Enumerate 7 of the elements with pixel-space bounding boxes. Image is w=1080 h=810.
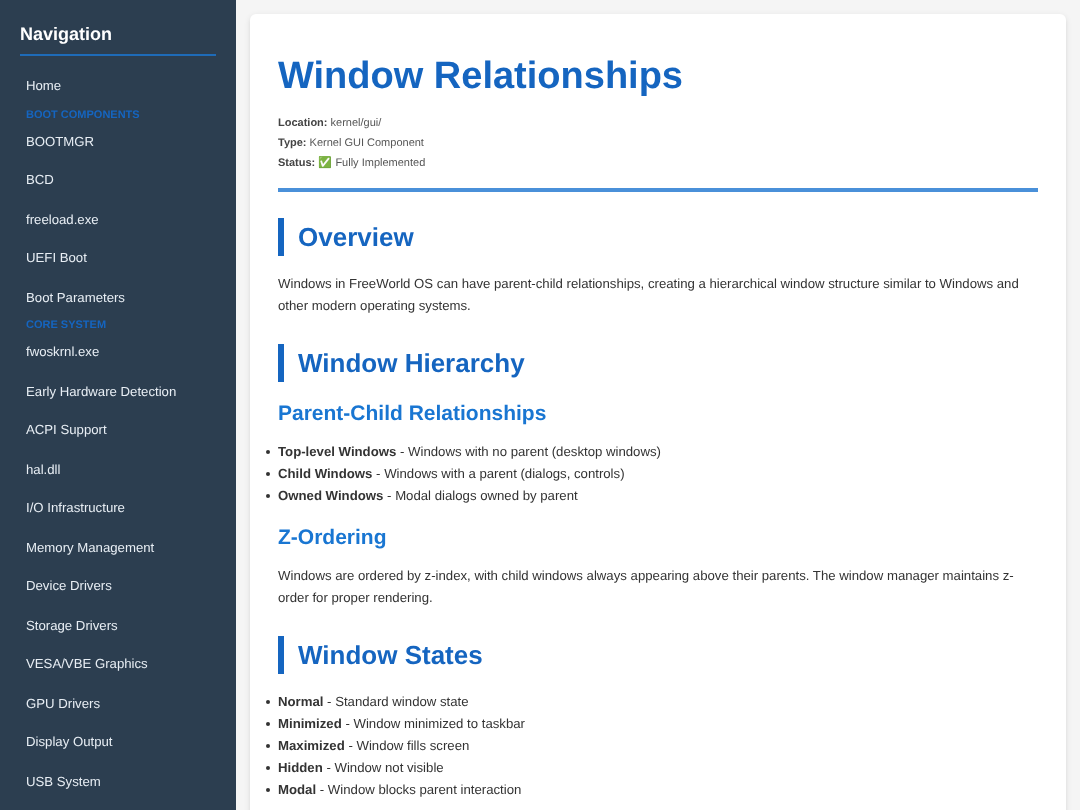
page-title: Window Relationships: [278, 54, 685, 102]
section-heading: Overview: [278, 217, 1038, 255]
subsection-heading: Parent-Child Relationships: [278, 399, 549, 427]
section-heading: Window Hierarchy: [278, 343, 1038, 381]
subsection-heading: Z-Ordering: [278, 523, 389, 551]
section-heading: Window States: [278, 635, 1038, 673]
sidebar-title: Navigation: [20, 22, 115, 48]
